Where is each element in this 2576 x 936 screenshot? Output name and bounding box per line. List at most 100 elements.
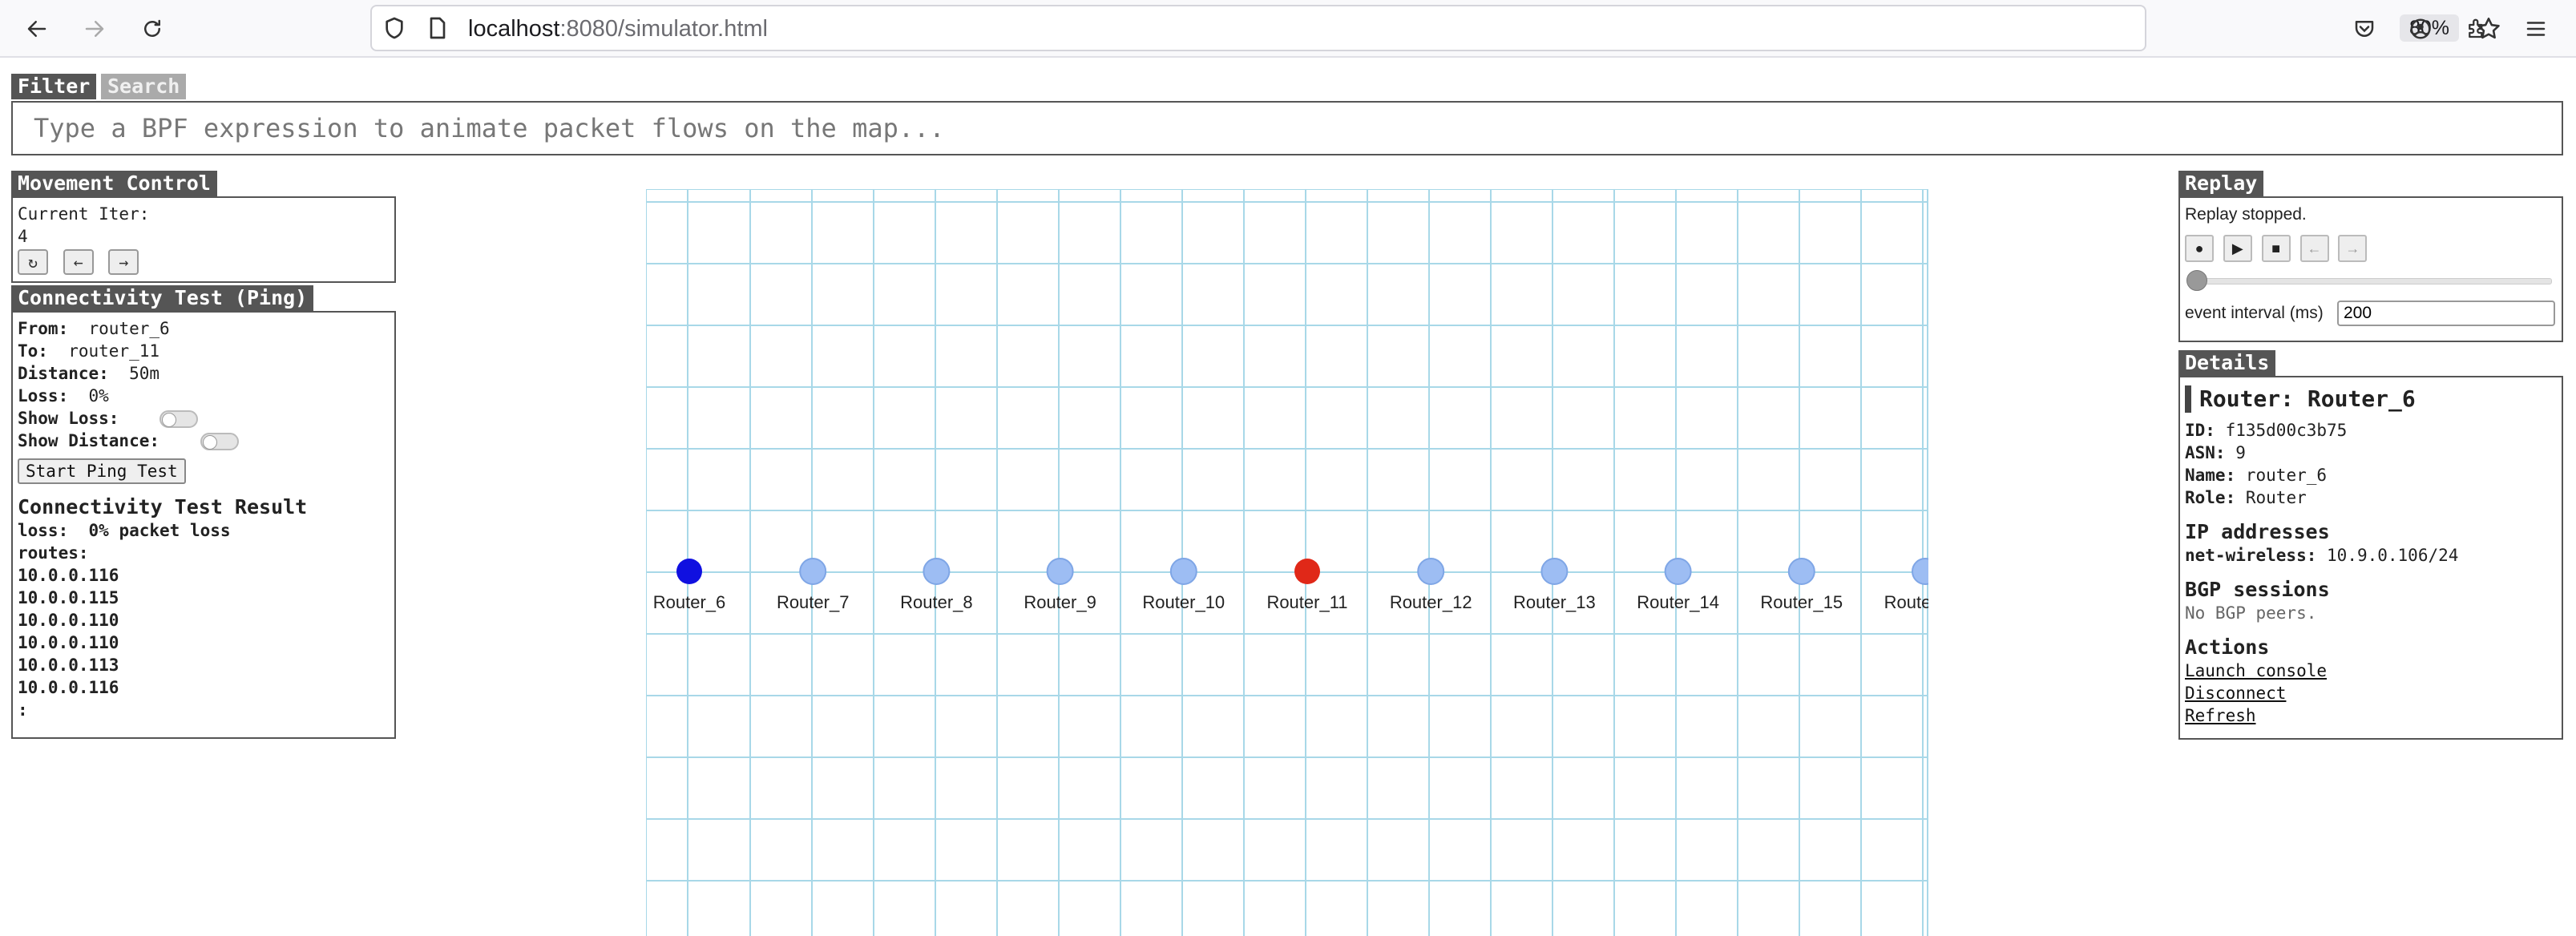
extensions-button[interactable] bbox=[2459, 11, 2494, 46]
refresh-link[interactable]: Refresh bbox=[2185, 704, 2557, 727]
current-iter-label: Current Iter: bbox=[18, 204, 150, 224]
router-node-label: Router_13 bbox=[1513, 592, 1596, 612]
arrow-right-icon: → bbox=[2345, 240, 2360, 256]
router-node[interactable]: Router_13 bbox=[1513, 558, 1596, 612]
bgp-value: No BGP peers. bbox=[2185, 603, 2317, 623]
shield-icon[interactable] bbox=[382, 15, 407, 41]
tab-filter[interactable]: Filter bbox=[11, 74, 97, 99]
forward-button[interactable] bbox=[77, 11, 112, 46]
show-distance-label: Show Distance: bbox=[18, 431, 160, 450]
stop-button[interactable]: ■ bbox=[2261, 235, 2291, 262]
slider-handle[interactable] bbox=[2186, 270, 2207, 291]
account-button[interactable] bbox=[2403, 11, 2438, 46]
router-node[interactable]: Router_14 bbox=[1637, 558, 1719, 612]
prev-iter-button[interactable]: ← bbox=[63, 249, 94, 275]
step-forward-button[interactable]: → bbox=[2338, 235, 2368, 262]
router-node-dot[interactable] bbox=[799, 558, 827, 585]
role-value: Router bbox=[2245, 488, 2307, 507]
router-node-dot[interactable] bbox=[1540, 558, 1569, 585]
router-node[interactable]: Router_9 bbox=[1024, 558, 1096, 612]
play-icon: ▶ bbox=[2231, 240, 2243, 256]
account-icon bbox=[2410, 18, 2431, 39]
movement-control-panel: Current Iter: 4 ↻ ← → bbox=[11, 196, 396, 283]
route-entry: 10.0.0.116 bbox=[18, 566, 119, 585]
replay-status: Replay stopped. bbox=[2185, 205, 2307, 224]
map-grid bbox=[646, 189, 1928, 936]
page-icon[interactable] bbox=[425, 15, 450, 41]
url-text[interactable]: localhost:8080/simulator.html bbox=[468, 16, 768, 42]
router-node-dot[interactable] bbox=[1046, 558, 1074, 585]
route-entry: 10.0.0.116 bbox=[18, 678, 119, 697]
router-node-label: Router_15 bbox=[1760, 592, 1843, 612]
record-button[interactable]: ● bbox=[2185, 235, 2214, 262]
router-node-dot[interactable] bbox=[1787, 558, 1815, 585]
router-node-dot[interactable] bbox=[1169, 558, 1197, 585]
from-value: router_6 bbox=[88, 319, 170, 338]
replay-slider[interactable] bbox=[2185, 267, 2557, 294]
asn-value: 9 bbox=[2235, 443, 2246, 462]
route-entry: 10.0.0.113 bbox=[18, 656, 119, 675]
router-node-dot[interactable] bbox=[676, 559, 702, 584]
router-node-label: Router_10 bbox=[1142, 592, 1225, 612]
reload-button[interactable] bbox=[135, 11, 170, 46]
router-node-label: Router_12 bbox=[1390, 592, 1472, 612]
network-map[interactable]: Router_6 Router_7 Router_8 Router_9 Router_1… bbox=[646, 189, 1928, 936]
router-node-dot[interactable] bbox=[1664, 558, 1692, 585]
router-node-label: Router_8 bbox=[900, 592, 973, 612]
step-back-button[interactable]: ← bbox=[2299, 235, 2329, 262]
ip-interface-label: net-wireless: bbox=[2185, 546, 2317, 565]
router-node-label: Router_11 bbox=[1266, 592, 1347, 612]
route-entry: 10.0.0.115 bbox=[18, 588, 119, 607]
interval-input[interactable] bbox=[2337, 301, 2555, 326]
routes-end: : bbox=[18, 700, 28, 720]
router-node[interactable]: Router_11 bbox=[1266, 559, 1348, 612]
replay-panel: Replay stopped. ● ▶ ■ ← → event interval… bbox=[2178, 196, 2563, 342]
movement-control-title: Movement Control bbox=[11, 171, 217, 196]
launch-console-link[interactable]: Launch console bbox=[2185, 660, 2557, 682]
bpf-filter-input[interactable] bbox=[11, 101, 2563, 155]
id-value: f135d00c3b75 bbox=[2225, 421, 2348, 440]
play-button[interactable]: ▶ bbox=[2223, 235, 2252, 262]
actions-heading: Actions bbox=[2185, 635, 2270, 659]
router-node[interactable]: Router_15 bbox=[1760, 558, 1843, 612]
record-icon: ● bbox=[2194, 240, 2204, 256]
router-node[interactable]: Router_7 bbox=[777, 558, 850, 612]
arrow-right-icon bbox=[85, 21, 104, 37]
router-node-dot[interactable] bbox=[1417, 558, 1445, 585]
arrow-left-icon bbox=[27, 21, 46, 37]
pocket-button[interactable] bbox=[2347, 11, 2382, 46]
router-node[interactable]: Router_12 bbox=[1390, 558, 1472, 612]
router-node[interactable]: Router_8 bbox=[900, 558, 973, 612]
arrow-right-icon: → bbox=[119, 252, 129, 272]
router-node-label: Router_9 bbox=[1024, 592, 1096, 612]
menu-button[interactable] bbox=[2518, 11, 2554, 46]
router-node-dot[interactable] bbox=[1912, 558, 1928, 585]
router-node-dot[interactable] bbox=[923, 558, 951, 585]
pocket-icon bbox=[2355, 21, 2374, 37]
next-iter-button[interactable]: → bbox=[108, 249, 139, 275]
start-ping-button[interactable]: Start Ping Test bbox=[18, 458, 186, 484]
back-button[interactable] bbox=[19, 11, 55, 46]
router-node-dot[interactable] bbox=[1294, 559, 1320, 584]
from-label: From: bbox=[18, 319, 69, 338]
url-bar[interactable]: localhost:8080/simulator.html 80% bbox=[370, 5, 2500, 51]
arrow-left-icon: ← bbox=[73, 252, 83, 272]
routes-label: routes: bbox=[18, 543, 89, 563]
result-loss-label: loss: bbox=[18, 521, 69, 540]
bgp-heading: BGP sessions bbox=[2185, 578, 2330, 601]
arrow-left-icon: ← bbox=[2307, 240, 2322, 256]
tab-search[interactable]: Search bbox=[101, 74, 187, 99]
router-node[interactable]: Router_16 bbox=[1884, 558, 1928, 612]
slider-track bbox=[2193, 278, 2552, 284]
ip-address-value: 10.9.0.106/24 bbox=[2327, 546, 2459, 565]
router-node[interactable]: Router_6 bbox=[653, 559, 726, 612]
show-loss-toggle[interactable] bbox=[159, 410, 199, 428]
router-node-label: Router_6 bbox=[653, 592, 726, 612]
disconnect-link[interactable]: Disconnect bbox=[2185, 682, 2557, 704]
reset-button[interactable]: ↻ bbox=[18, 249, 48, 275]
router-node-label: Router_7 bbox=[777, 592, 850, 612]
router-node[interactable]: Router_10 bbox=[1142, 558, 1225, 612]
asn-label: ASN: bbox=[2185, 443, 2226, 462]
show-distance-toggle[interactable] bbox=[200, 433, 239, 450]
distance-value: 50m bbox=[129, 364, 160, 383]
